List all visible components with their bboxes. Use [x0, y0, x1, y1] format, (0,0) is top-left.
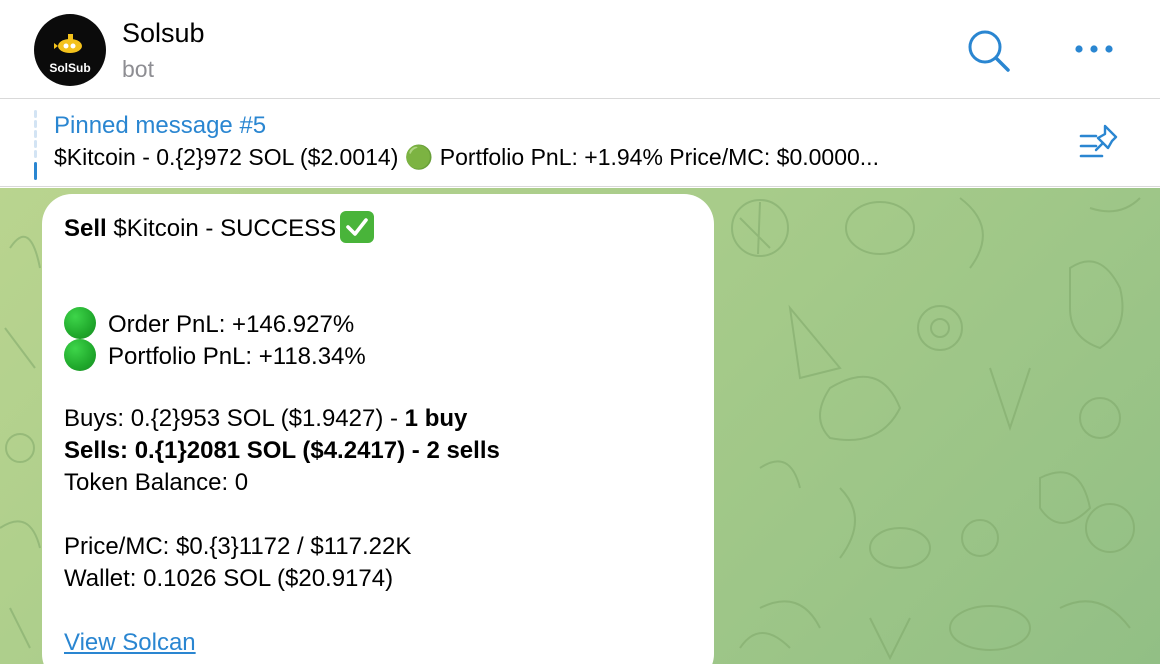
- pinned-message-bar[interactable]: Pinned message #5 $Kitcoin - 0.{2}972 SO…: [0, 100, 1160, 187]
- headline-rest: $Kitcoin - SUCCESS: [106, 215, 337, 242]
- sells-line: Sells: 0.{1}2081 SOL ($4.2417) - 2 sells: [64, 437, 500, 464]
- pinned-list-icon[interactable]: [1078, 122, 1122, 162]
- more-icon[interactable]: [1072, 38, 1116, 60]
- view-solcan-link[interactable]: View Solcan: [64, 627, 196, 659]
- portfolio-pnl-line: Portfolio PnL: +118.34%: [64, 339, 366, 373]
- token-balance: Token Balance: 0: [64, 469, 249, 496]
- message-headline: Sell $Kitcoin - SUCCESS: [64, 211, 375, 245]
- buys-text: Buys: 0.{2}953 SOL ($1.9427) -: [64, 405, 405, 432]
- buys-count: 1 buy: [404, 405, 468, 432]
- search-icon[interactable]: [966, 28, 1012, 74]
- pinned-text: $Kitcoin - 0.{2}972 SOL ($2.0014) 🟢 Port…: [54, 144, 879, 170]
- pinned-title: Pinned message #5: [54, 112, 267, 139]
- message-bubble: Sell $Kitcoin - SUCCESS Order PnL: +146.…: [42, 194, 714, 664]
- pinned-indicator: [34, 110, 37, 180]
- green-circle-icon: [64, 339, 96, 371]
- chat-header: SolSub Solsub bot: [0, 0, 1160, 99]
- order-pnl: Order PnL: +146.927%: [108, 311, 355, 338]
- green-circle-icon: [64, 307, 96, 339]
- portfolio-pnl: Portfolio PnL: +118.34%: [108, 343, 366, 370]
- check-mark-icon: [340, 211, 375, 243]
- chat-background: Sell $Kitcoin - SUCCESS Order PnL: +146.…: [0, 188, 1160, 664]
- chat-subtitle: bot: [122, 56, 154, 82]
- price-mc: Price/MC: $0.{3}1172 / $117.22K: [64, 533, 412, 560]
- wallet: Wallet: 0.1026 SOL ($20.9174): [64, 565, 394, 592]
- chat-title: Solsub: [122, 18, 205, 48]
- order-pnl-line: Order PnL: +146.927%: [64, 307, 354, 341]
- avatar[interactable]: SolSub: [34, 14, 106, 86]
- avatar-brand-text: SolSub: [49, 61, 91, 75]
- submarine-logo-icon: [54, 34, 82, 53]
- buys-line: Buys: 0.{2}953 SOL ($1.9427) - 1 buy: [64, 403, 467, 435]
- headline-action: Sell: [64, 215, 107, 242]
